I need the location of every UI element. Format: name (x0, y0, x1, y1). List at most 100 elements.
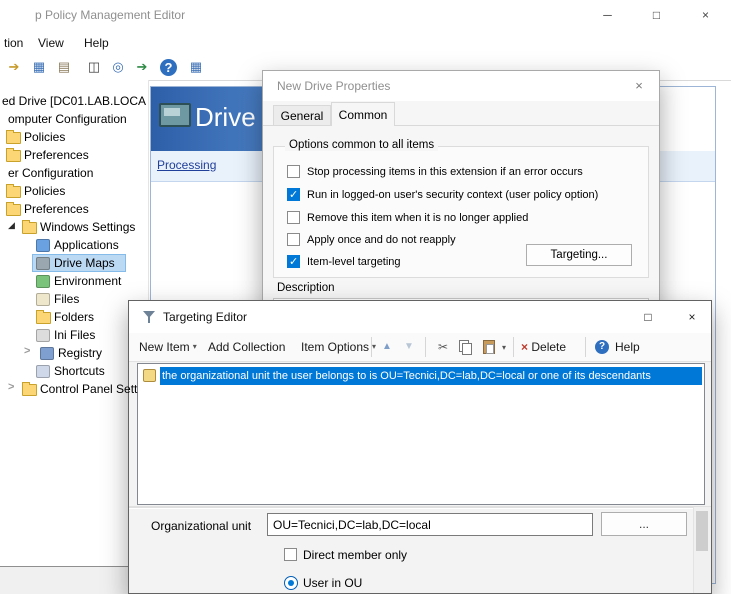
close-icon[interactable]: × (619, 71, 659, 101)
dialog-titlebar[interactable]: New Drive Properties × (263, 71, 659, 101)
close-button[interactable]: × (682, 0, 729, 30)
move-up-icon[interactable]: ▲ (377, 333, 397, 361)
tree-item-policies-user[interactable]: Policies (0, 182, 148, 200)
nav-arrow-icon[interactable]: ➔ (4, 57, 24, 77)
radio-button[interactable] (284, 576, 298, 590)
tree-item-ini-files[interactable]: Ini Files (0, 326, 148, 344)
find-icon[interactable]: ◎ (108, 57, 128, 77)
maximize-button[interactable]: □ (633, 0, 680, 30)
option-label: Run in logged-on user's security context… (307, 188, 598, 203)
move-down-icon[interactable]: ▼ (399, 333, 419, 361)
printer-icon[interactable]: ◫ (84, 57, 104, 77)
help-icon[interactable]: ? (595, 340, 609, 354)
option-remove-when-no-longer-applied[interactable]: Remove this item when it is no longer ap… (263, 211, 659, 227)
checkbox[interactable] (284, 548, 297, 561)
organizational-unit-input[interactable] (267, 513, 593, 536)
dialog-title: Targeting Editor (163, 310, 247, 324)
targeting-items-list[interactable]: the organizational unit the user belongs… (137, 363, 705, 505)
new-item-button[interactable]: New Item▾ (139, 333, 197, 361)
add-collection-button[interactable]: Add Collection (208, 333, 285, 361)
menu-help[interactable]: Help (80, 34, 113, 52)
tab-common[interactable]: Common (331, 102, 395, 126)
minimize-button[interactable]: ─ (584, 0, 631, 30)
toolbar-separator (371, 337, 372, 357)
tree-item-label: er Configuration (8, 164, 93, 182)
console-tree-icon[interactable]: ▦ (29, 57, 49, 77)
ou-condition-icon (143, 369, 156, 382)
maximize-button[interactable]: □ (625, 301, 671, 333)
tree-item-label: Control Panel Sett (40, 380, 137, 398)
browse-button[interactable]: ... (601, 512, 687, 536)
tree-item-registry[interactable]: > Registry (0, 344, 148, 362)
folder-icon (22, 384, 37, 396)
tree-item-preferences-computer[interactable]: Preferences (0, 146, 148, 164)
option-label: Stop processing items in this extension … (307, 165, 583, 180)
tree-item-user-configuration[interactable]: er Configuration (0, 164, 148, 182)
option-run-in-user-context[interactable]: Run in logged-on user's security context… (263, 188, 659, 204)
scrollbar-thumb[interactable] (696, 511, 708, 551)
checkbox[interactable] (287, 255, 300, 268)
chevron-down-icon: ▾ (193, 342, 197, 351)
help-button[interactable]: Help (615, 333, 640, 361)
collapsed-chevron-icon[interactable]: > (24, 345, 30, 357)
tree-item-label: Preferences (24, 146, 89, 164)
paste-icon[interactable] (483, 340, 495, 354)
dialog-titlebar[interactable]: Targeting Editor □ × (129, 301, 711, 333)
registry-icon (40, 347, 54, 360)
option-stop-processing[interactable]: Stop processing items in this extension … (263, 165, 659, 181)
item-options-button[interactable]: Item Options▾ (301, 333, 376, 361)
checkbox[interactable] (287, 188, 300, 201)
console-tree-panel: ed Drive [DC01.LAB.LOCA omputer Configur… (0, 80, 149, 594)
tree-item-files[interactable]: Files (0, 290, 148, 308)
targeting-button[interactable]: Targeting... (526, 244, 632, 266)
tree-item-folders[interactable]: Folders (0, 308, 148, 326)
processing-link[interactable]: Processing (157, 158, 216, 172)
delete-button[interactable]: × Delete (521, 333, 566, 361)
tree-item-label: Windows Settings (40, 218, 135, 236)
tree-item-windows-settings[interactable]: ◢ Windows Settings (0, 218, 148, 236)
help-icon[interactable]: ? (160, 59, 177, 76)
cut-icon[interactable]: ✂ (433, 333, 453, 361)
copy-icon[interactable] (459, 340, 472, 354)
files-icon (36, 293, 50, 306)
tree-item-shortcuts[interactable]: Shortcuts (0, 362, 148, 380)
window-titlebar[interactable]: p Policy Management Editor ─ □ × (0, 0, 731, 30)
tree-item-label: Files (54, 290, 79, 308)
tree-item-control-panel-settings[interactable]: > Control Panel Sett (0, 380, 148, 398)
tree-item-environment[interactable]: Environment (0, 272, 148, 290)
export-icon[interactable]: ➔ (132, 57, 152, 77)
delete-label: Delete (531, 340, 566, 354)
close-button[interactable]: × (671, 301, 712, 333)
common-tab-page: Options common to all items Stop process… (263, 125, 659, 315)
checkbox[interactable] (287, 211, 300, 224)
tree-item-label: Shortcuts (54, 362, 105, 380)
tree-item-mapped-drive[interactable]: ed Drive [DC01.LAB.LOCA (0, 92, 148, 110)
checkbox[interactable] (287, 165, 300, 178)
window-title: p Policy Management Editor (35, 8, 185, 22)
targeting-editor-dialog: Targeting Editor □ × New Item▾ Add Colle… (128, 300, 712, 594)
menu-view[interactable]: View (34, 34, 68, 52)
tab-general[interactable]: General (273, 105, 331, 126)
applications-icon (36, 239, 50, 252)
tree-item-drive-maps[interactable]: Drive Maps (0, 254, 148, 272)
tree-item-preferences-user[interactable]: Preferences (0, 200, 148, 218)
tree-horizontal-scrollbar[interactable] (0, 566, 128, 594)
tree-item-computer-configuration[interactable]: omputer Configuration (0, 110, 148, 128)
panel-scrollbar[interactable] (693, 507, 711, 594)
tree-item-policies-computer[interactable]: Policies (0, 128, 148, 146)
tree-item-label: Policies (24, 182, 65, 200)
paste-chevron-icon[interactable]: ▾ (502, 343, 506, 352)
menu-action[interactable]: tion (0, 34, 27, 52)
user-in-ou-label: User in OU (303, 576, 362, 591)
targeting-item-row[interactable]: the organizational unit the user belongs… (139, 367, 703, 385)
collapsed-chevron-icon[interactable]: > (8, 381, 14, 393)
folder-icon (22, 222, 37, 234)
tree-item-applications[interactable]: Applications (0, 236, 148, 254)
tree-item-label: Policies (24, 128, 65, 146)
targeting-toolbar: New Item▾ Add Collection Item Options▾ ▲… (129, 333, 711, 362)
clipboard-icon[interactable]: ▤ (54, 57, 74, 77)
checkbox[interactable] (287, 233, 300, 246)
option-label: Apply once and do not reapply (307, 233, 456, 248)
expanded-triangle-icon[interactable]: ◢ (8, 220, 15, 231)
list-view-icon[interactable]: ▦ (186, 57, 206, 77)
